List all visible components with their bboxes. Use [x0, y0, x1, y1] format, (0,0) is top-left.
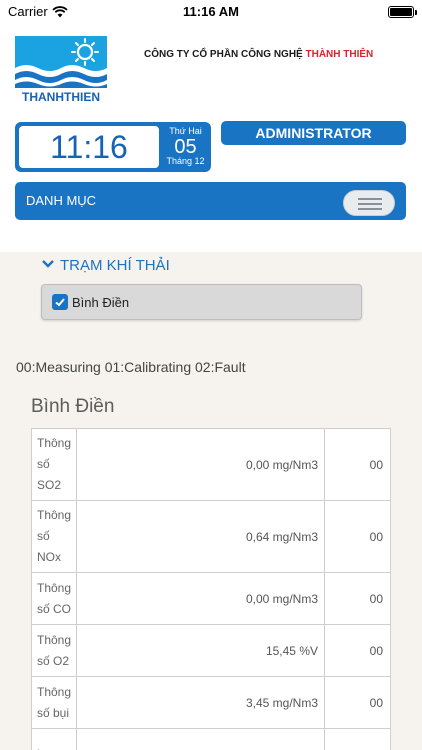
parameter-status: 00: [324, 500, 391, 573]
parameter-name: Thông số O2: [30, 624, 78, 677]
parameter-name: Thông số NOx: [30, 500, 78, 573]
parameter-name: Lưu: [30, 728, 78, 750]
parameter-value: 0,00 mg/Nm3: [76, 572, 325, 625]
company-highlight: THÀNH THIÊN: [305, 49, 374, 60]
parameter-value: 15,45 %V: [76, 624, 325, 677]
logo-text: THANHTHIEN: [22, 90, 100, 104]
parameter-value: 0,00 mg/Nm3: [76, 428, 325, 501]
station-item[interactable]: Bình Điền: [41, 284, 362, 320]
table-row: Thông số CO 0,00 mg/Nm3 00: [30, 572, 391, 625]
app-header: THANHTHIEN CÔNG TY CỔ PHẦN CÔNG NGHỆ THÀ…: [0, 24, 422, 252]
company-prefix: CÔNG TY CỔ PHẦN CÔNG NGHỆ: [144, 49, 303, 60]
parameter-value: 3,45 mg/Nm3: [76, 676, 325, 729]
table-row: Thông số bụi 3,45 mg/Nm3 00: [30, 676, 391, 729]
parameter-status: 00: [324, 428, 391, 501]
table-row: Thông số NOx 0,64 mg/Nm3 00: [30, 500, 391, 573]
parameter-name: Thông số CO: [30, 572, 78, 625]
table-row: Thông số O2 15,45 %V 00: [30, 624, 391, 677]
table-row: Lưu 00: [30, 728, 391, 750]
parameter-value: 0,64 mg/Nm3: [76, 500, 325, 573]
section-header[interactable]: TRẠM KHÍ THẢI: [42, 255, 170, 274]
parameter-status: 00: [324, 728, 391, 750]
parameter-name: Thông số SO2: [30, 428, 78, 501]
clock-weekday: Thứ Hai: [169, 126, 202, 136]
company-name: CÔNG TY CỔ PHẦN CÔNG NGHỆ THÀNH THIÊN: [144, 49, 373, 60]
status-bar: Carrier 11:16 AM: [0, 0, 422, 24]
parameter-status: 00: [324, 676, 391, 729]
clock-widget: 11:16 Thứ Hai 05 Tháng 12: [15, 122, 211, 172]
clock-time: 11:16: [19, 126, 159, 168]
battery-icon: [388, 6, 417, 18]
hamburger-icon[interactable]: [343, 190, 395, 216]
parameter-value: [76, 728, 325, 750]
table-row: Thông số SO2 0,00 mg/Nm3 00: [30, 428, 391, 501]
station-heading: Bình Điền: [31, 396, 115, 417]
user-button[interactable]: ADMINISTRATOR: [221, 121, 406, 145]
section-title: TRẠM KHÍ THẢI: [60, 257, 170, 274]
measurement-table: Thông số SO2 0,00 mg/Nm3 00 Thông số NOx…: [30, 428, 391, 750]
status-legend: 00:Measuring 01:Calibrating 02:Fault: [16, 359, 246, 375]
parameter-name: Thông số bụi: [30, 676, 78, 729]
menu-label: DANH MỤC: [26, 193, 97, 208]
clock-month: Tháng 12: [166, 156, 205, 166]
status-time: 11:16 AM: [183, 4, 239, 19]
parameter-status: 00: [324, 572, 391, 625]
menu-bar: DANH MỤC: [15, 182, 406, 220]
station-checkbox[interactable]: [52, 294, 68, 310]
chevron-down-icon: [42, 255, 54, 272]
station-label: Bình Điền: [72, 295, 130, 310]
parameter-status: 00: [324, 624, 391, 677]
